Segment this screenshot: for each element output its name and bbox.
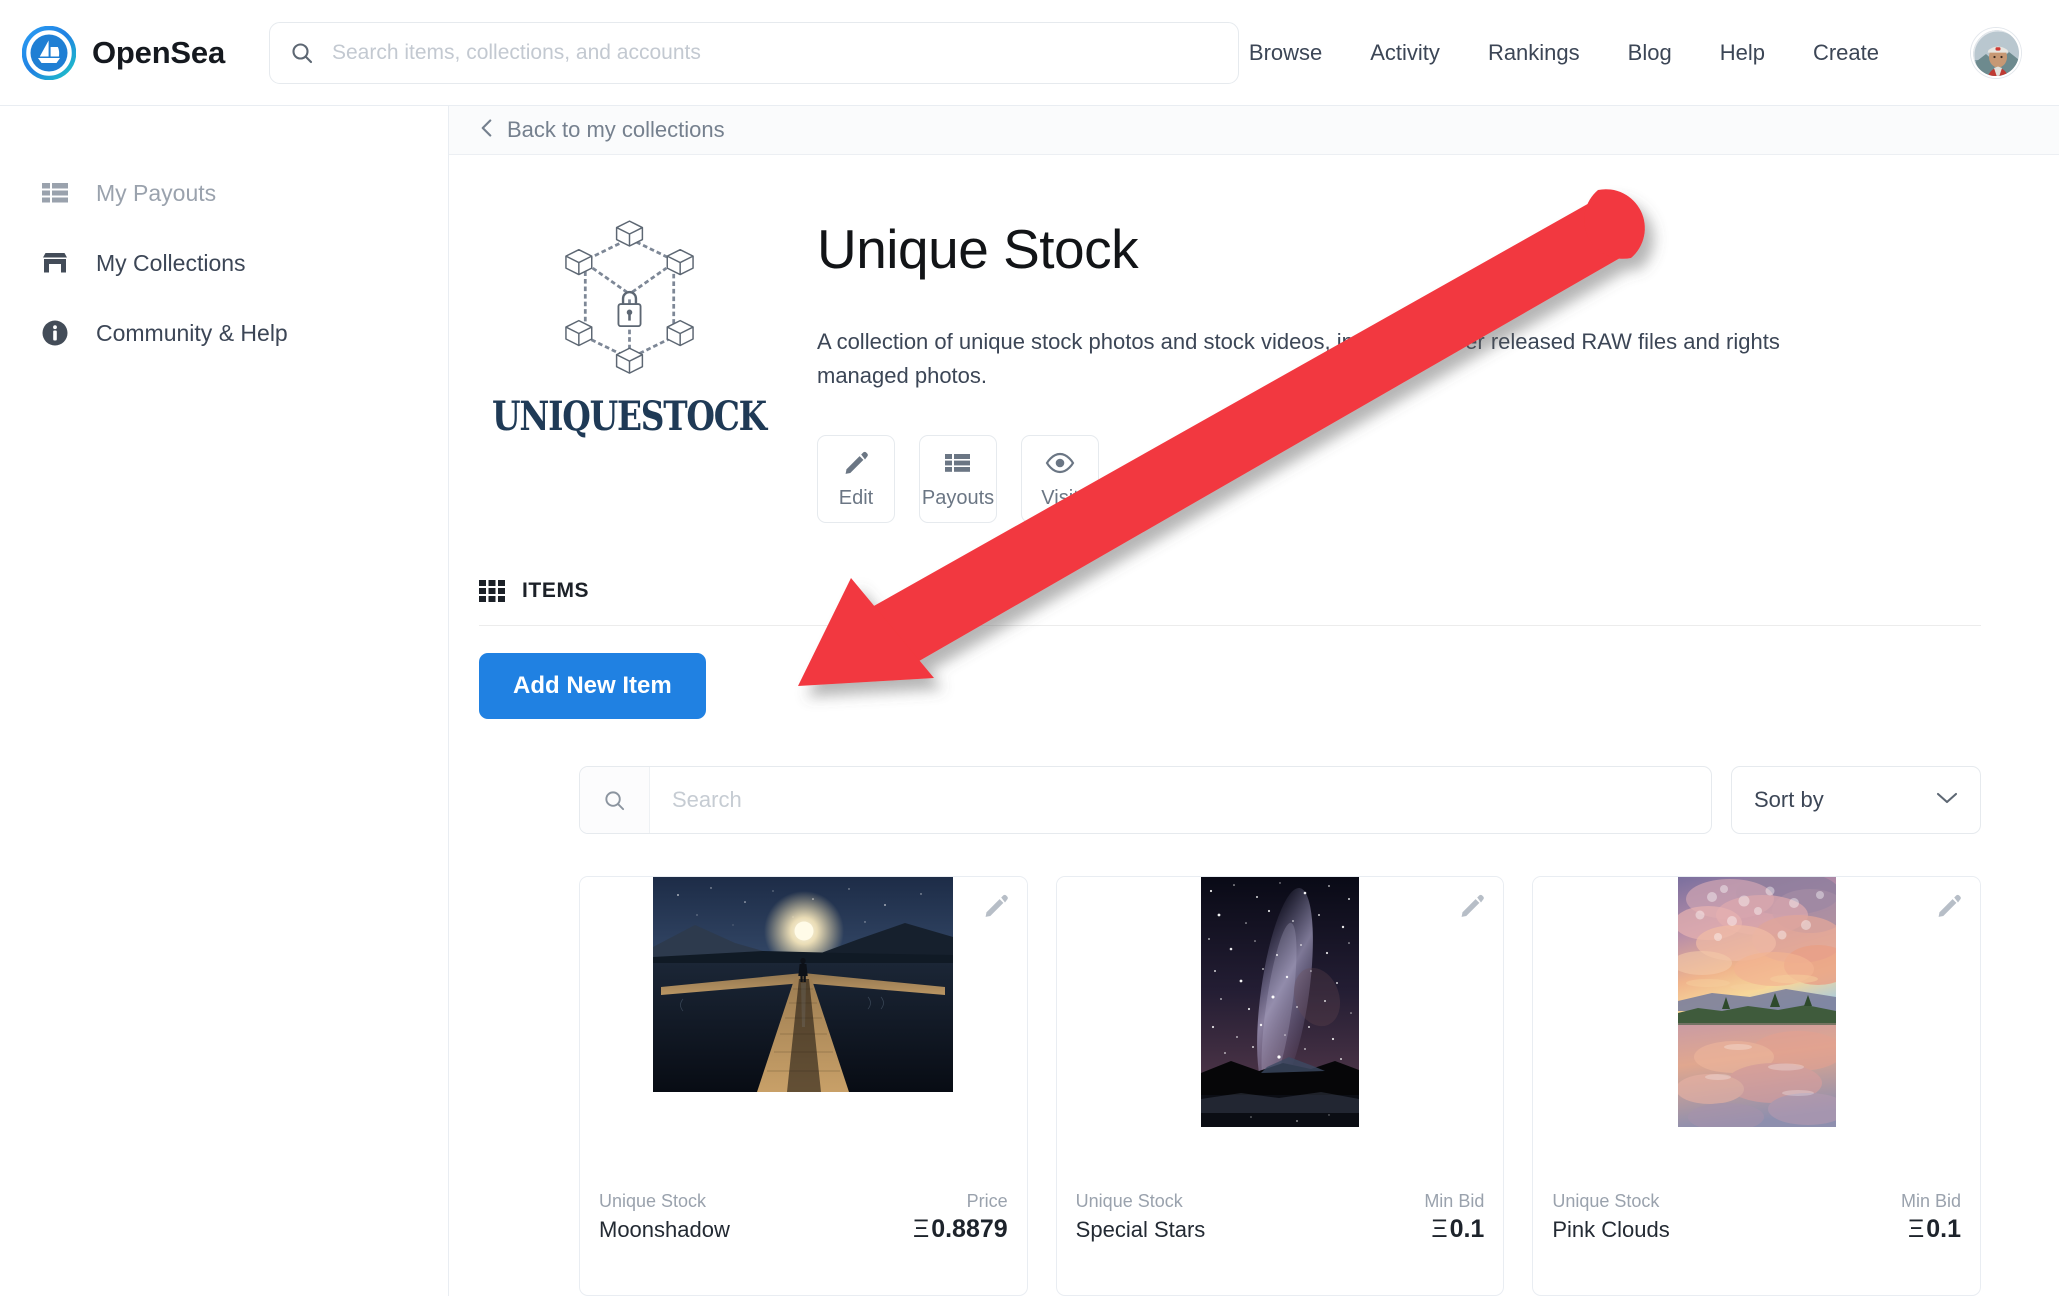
nav-create[interactable]: Create: [1813, 40, 1879, 66]
items-section-header: ITEMS: [479, 579, 1981, 626]
collection-header: UNIQUESTOCK Unique Stock A collection of…: [479, 199, 1981, 523]
pencil-icon[interactable]: [1936, 893, 1962, 919]
grid-icon: [479, 580, 505, 602]
breadcrumb-label: Back to my collections: [507, 117, 725, 143]
sidebar-item-community-help[interactable]: Community & Help: [0, 298, 448, 368]
primary-nav: Browse Activity Rankings Blog Help Creat…: [1249, 27, 2021, 78]
item-image: [1533, 877, 1981, 1173]
edit-button[interactable]: Edit: [817, 435, 895, 523]
pencil-icon[interactable]: [1459, 893, 1485, 919]
search-icon: [290, 41, 314, 65]
main-content: Back to my collections UNIQUESTOCK Uniqu…: [448, 106, 2059, 1296]
nav-activity[interactable]: Activity: [1370, 40, 1440, 66]
item-card-footer: Unique Stock Min Bid Special Stars Ξ0.1: [1057, 1173, 1504, 1244]
collection-info: Unique Stock A collection of unique stoc…: [779, 199, 1981, 523]
pencil-icon[interactable]: [983, 893, 1009, 919]
item-image: [1056, 877, 1504, 1173]
nav-rankings[interactable]: Rankings: [1488, 40, 1580, 66]
item-card-footer: Unique Stock Min Bid Pink Clouds Ξ0.1: [1533, 1173, 1980, 1244]
global-search-box[interactable]: [268, 21, 1239, 84]
sidebar-item-label: Community & Help: [96, 319, 288, 346]
collection-page: UNIQUESTOCK Unique Stock A collection of…: [449, 155, 2059, 1296]
avatar[interactable]: [1971, 27, 2021, 78]
items-grid: Unique Stock Price Moonshadow Ξ0.8879 Un…: [479, 876, 1982, 1296]
item-collection-name: Unique Stock: [1075, 1191, 1183, 1211]
storefront-icon: [40, 248, 70, 278]
search-icon: [580, 767, 650, 833]
pencil-icon: [843, 448, 869, 478]
item-price-value: 0.1: [1926, 1215, 1962, 1243]
back-to-my-collections-link[interactable]: Back to my collections: [479, 117, 725, 144]
edit-button-label: Edit: [838, 487, 874, 509]
sidebar: My Payouts My Collections Community & He…: [0, 106, 448, 1296]
item-price-value: 0.8879: [931, 1215, 1008, 1243]
item-card[interactable]: Unique Stock Price Moonshadow Ξ0.8879: [579, 876, 1028, 1296]
collection-wordmark: UNIQUESTOCK: [492, 393, 767, 441]
items-heading: ITEMS: [522, 579, 590, 602]
list-table-icon: [944, 448, 972, 478]
item-card[interactable]: Unique Stock Min Bid Special Stars Ξ0.1: [1055, 876, 1505, 1296]
page-title: Unique Stock: [817, 218, 1139, 281]
item-name: Moonshadow: [599, 1217, 730, 1242]
blockchain-hexagon-lock-logo-icon: [522, 211, 737, 391]
item-card-footer: Unique Stock Price Moonshadow Ξ0.8879: [580, 1173, 1027, 1244]
sort-by-select[interactable]: Sort by: [1731, 766, 1981, 834]
opensea-sailboat-logo-icon: [21, 25, 77, 80]
item-collection-name: Unique Stock: [599, 1191, 707, 1211]
payouts-button[interactable]: Payouts: [919, 435, 997, 523]
item-price-value: 0.1: [1449, 1215, 1485, 1243]
sidebar-item-my-payouts[interactable]: My Payouts: [0, 158, 448, 228]
eth-symbol: Ξ: [1431, 1215, 1448, 1243]
item-price-label: Price: [966, 1191, 1008, 1211]
item-image: [580, 877, 1027, 1173]
item-card[interactable]: Unique Stock Min Bid Pink Clouds Ξ0.1: [1532, 876, 1982, 1296]
top-navigation-bar: OpenSea Browse Activity Rankings Blog He…: [0, 0, 2059, 106]
collection-logo: UNIQUESTOCK: [479, 199, 779, 523]
item-price-label: Min Bid: [1900, 1191, 1962, 1211]
item-price: Ξ0.8879: [913, 1215, 1008, 1244]
sidebar-item-my-collections[interactable]: My Collections: [0, 228, 448, 298]
sort-by-label: Sort by: [1754, 787, 1824, 812]
visit-button[interactable]: Visit: [1021, 435, 1099, 523]
item-price-label: Min Bid: [1424, 1191, 1485, 1211]
brand-name: OpenSea: [92, 34, 225, 70]
item-price: Ξ0.1: [1431, 1215, 1484, 1244]
search-input[interactable]: [331, 40, 1218, 65]
nav-help[interactable]: Help: [1720, 40, 1765, 66]
add-new-item-button[interactable]: Add New Item: [479, 653, 706, 719]
chevron-down-icon: [1936, 791, 1958, 810]
sidebar-item-label: My Collections: [96, 249, 246, 276]
visit-button-label: Visit: [1041, 487, 1079, 509]
brand-home-link[interactable]: OpenSea: [21, 25, 225, 80]
item-name: Special Stars: [1075, 1217, 1206, 1242]
items-search-box[interactable]: [579, 766, 1712, 834]
page-shell: My Payouts My Collections Community & He…: [0, 106, 2059, 1296]
collection-actions: Edit Payouts Visit: [817, 435, 1981, 523]
info-circle-icon: [40, 318, 70, 348]
collection-description: A collection of unique stock photos and …: [817, 329, 1780, 388]
item-price: Ξ0.1: [1908, 1215, 1961, 1244]
payouts-button-label: Payouts: [921, 487, 995, 509]
items-search-input[interactable]: [650, 787, 1711, 813]
breadcrumb-bar: Back to my collections: [449, 106, 2059, 156]
eth-symbol: Ξ: [912, 1215, 930, 1243]
item-name: Pink Clouds: [1552, 1217, 1670, 1242]
items-filter-bar: Sort by: [479, 766, 1981, 834]
sidebar-item-label: My Payouts: [96, 179, 217, 206]
list-table-icon: [40, 178, 70, 208]
nav-blog[interactable]: Blog: [1628, 40, 1672, 66]
item-collection-name: Unique Stock: [1552, 1191, 1660, 1211]
eye-icon: [1045, 448, 1075, 478]
chevron-left-icon: [479, 117, 494, 144]
eth-symbol: Ξ: [1908, 1215, 1925, 1243]
nav-browse[interactable]: Browse: [1249, 40, 1322, 66]
